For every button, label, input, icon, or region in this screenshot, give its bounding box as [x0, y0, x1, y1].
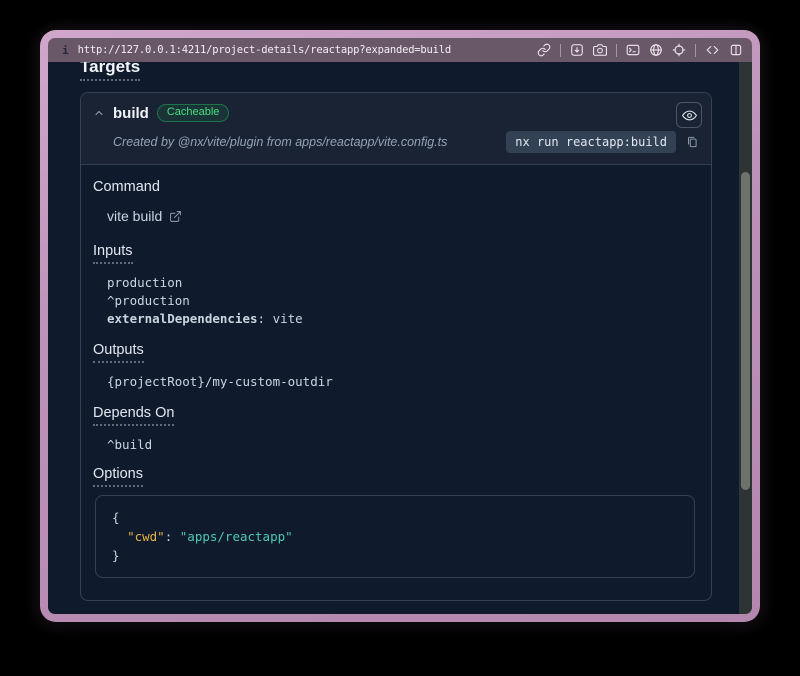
- panel-icon[interactable]: [729, 43, 743, 57]
- code-line: }: [112, 546, 678, 565]
- browser-topbar: i http://127.0.0.1:4211/project-details/…: [48, 38, 752, 62]
- chevron-up-icon[interactable]: [93, 107, 105, 119]
- inputs-heading[interactable]: Inputs: [93, 243, 133, 264]
- build-card-body: Command vite build Inputs production ^pr…: [81, 165, 711, 600]
- input-separator: :: [258, 311, 273, 326]
- scrollbar-track[interactable]: [739, 62, 752, 614]
- scrollbar-thumb[interactable]: [741, 172, 750, 490]
- code-line: {: [112, 508, 678, 527]
- json-string-value: "apps/reactapp": [180, 529, 293, 544]
- build-card-header[interactable]: build Cacheable Created by @nx/vite/plug…: [81, 93, 711, 165]
- options-heading[interactable]: Options: [93, 466, 143, 487]
- depends-on-item[interactable]: ^build: [107, 436, 695, 454]
- code-indent: [112, 529, 127, 544]
- external-link-icon[interactable]: [169, 210, 182, 223]
- input-item[interactable]: ^production: [107, 292, 695, 310]
- browser-window: i http://127.0.0.1:4211/project-details/…: [40, 30, 760, 622]
- target-icon[interactable]: [672, 43, 686, 57]
- toolbar-separator: [616, 44, 617, 57]
- copy-icon[interactable]: [685, 135, 699, 149]
- toolbar-separator: [560, 44, 561, 57]
- options-code-block: { "cwd": "apps/reactapp" }: [95, 495, 695, 578]
- depends-on-heading[interactable]: Depends On: [93, 405, 174, 426]
- target-name: build: [113, 105, 149, 122]
- command-value: vite build: [107, 208, 162, 224]
- camera-icon[interactable]: [593, 43, 607, 57]
- input-key: externalDependencies: [107, 311, 258, 326]
- targets-heading: Targets: [80, 62, 140, 81]
- code-icon[interactable]: [705, 43, 720, 57]
- page-content: Targets build Cacheable: [48, 62, 752, 614]
- json-key: "cwd": [127, 529, 165, 544]
- run-command-chip[interactable]: nx run reactapp:build: [506, 131, 676, 153]
- outputs-heading[interactable]: Outputs: [93, 342, 144, 363]
- output-item[interactable]: {projectRoot}/my-custom-outdir: [107, 373, 695, 391]
- command-heading: Command: [93, 179, 160, 195]
- download-icon[interactable]: [570, 43, 584, 57]
- input-item[interactable]: externalDependencies: vite: [107, 310, 695, 328]
- created-by-text: Created by @nx/vite/plugin from apps/rea…: [113, 135, 447, 149]
- input-item[interactable]: production: [107, 274, 695, 292]
- view-target-button[interactable]: [676, 102, 702, 128]
- target-card-build: build Cacheable Created by @nx/vite/plug…: [80, 92, 712, 601]
- terminal-icon[interactable]: [626, 43, 640, 57]
- toolbar-separator: [695, 44, 696, 57]
- cacheable-badge: Cacheable: [157, 104, 230, 122]
- info-badge: i: [62, 44, 69, 57]
- json-separator: :: [165, 529, 180, 544]
- link-icon[interactable]: [537, 43, 551, 57]
- input-value: vite: [273, 311, 303, 326]
- code-line: "cwd": "apps/reactapp": [112, 527, 678, 546]
- globe-icon[interactable]: [649, 43, 663, 57]
- url-bar[interactable]: http://127.0.0.1:4211/project-details/re…: [78, 44, 528, 56]
